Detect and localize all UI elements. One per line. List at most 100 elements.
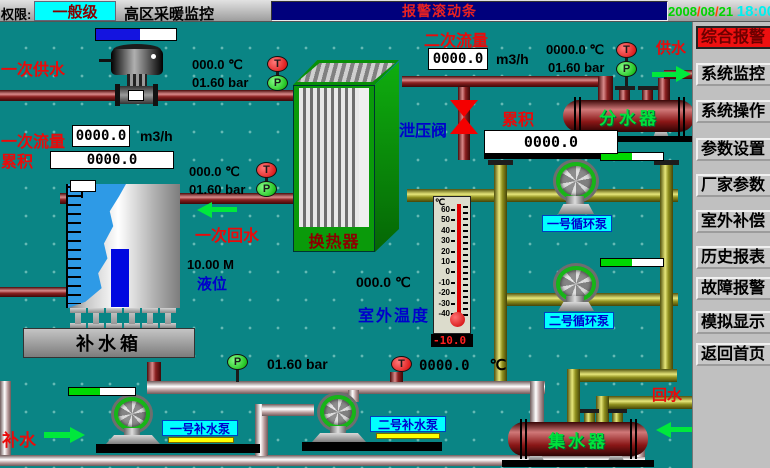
tick: -30	[434, 300, 455, 308]
valve-gland	[128, 90, 144, 101]
primary-flow-unit: m3/h	[140, 128, 173, 144]
vessel-flange	[525, 419, 527, 459]
flow-arrow-right-icon	[676, 66, 691, 82]
riser-mid-branch	[262, 404, 314, 416]
arrow-shaft	[652, 72, 678, 77]
menu-button-param-setting[interactable]: 参数设置	[696, 138, 770, 161]
titlebar: 权限: 一般级 高区采暖监控 报警滚动条 2008/08/21 18:00:0	[0, 0, 770, 22]
sensor-letter: T	[623, 44, 630, 56]
collector-nozzle	[612, 413, 623, 422]
tank-base: 补水箱	[23, 328, 195, 358]
tank-foot	[160, 308, 176, 328]
makeup-temp: 0000.0 ℃	[419, 356, 506, 374]
primary-return-temp: 000.0 ℃	[189, 164, 240, 180]
tank-foot	[142, 308, 158, 328]
menu-button-outdoor-compensation[interactable]: 室外补偿	[696, 210, 770, 233]
arrow-shaft	[670, 427, 692, 432]
pipe-vertical-right	[660, 164, 673, 370]
makeup-pump2-status-bar	[376, 433, 440, 439]
tick: 10	[434, 258, 455, 266]
permission-value: 一般级	[34, 1, 116, 21]
thermometer-reading: -10.0	[431, 334, 473, 347]
level-float-pointer	[81, 192, 83, 198]
pump-pedestal	[558, 204, 594, 214]
menu-panel	[692, 22, 770, 468]
pump-neck	[330, 426, 346, 433]
primary-acc-value: 0000.0	[50, 151, 174, 169]
pump-pedestal	[312, 433, 366, 442]
menu-button-system-operate[interactable]: 系统操作	[696, 100, 770, 123]
pump-plinth	[302, 442, 442, 451]
thermometer-mercury	[457, 204, 461, 320]
collector-vessel: 集水器	[508, 422, 648, 456]
valve-flange	[153, 84, 158, 106]
flow-arrow-left-icon	[197, 202, 212, 218]
sensor-letter: T	[274, 58, 281, 70]
datetime: 2008/08/21 18:00:0	[668, 3, 770, 20]
tank-ruler-ticks	[66, 186, 81, 304]
pipe-left-vertical	[0, 381, 11, 466]
pipe-makeup-main	[147, 381, 545, 394]
tank-level-value: 10.00 M	[187, 257, 234, 272]
secondary-flow-value: 0000.0	[428, 48, 488, 70]
label-text: 一号循环泵	[547, 215, 607, 232]
vessel-stand	[612, 136, 692, 142]
pipe-makeup-drop	[530, 381, 544, 426]
secondary-supply-temp: 0000.0 ℃	[546, 42, 604, 58]
sensor-letter: T	[263, 164, 270, 176]
menu-button-back-home[interactable]: 返回首页	[696, 343, 770, 366]
menu-button-system-monitor[interactable]: 系统监控	[696, 63, 770, 86]
pressure-sensor-icon: P	[227, 354, 248, 370]
relief-valve-label: 泄压阀	[399, 117, 447, 141]
pump-pedestal	[106, 435, 160, 444]
tick: 0	[434, 268, 455, 276]
secondary-supply-press: 01.60 bar	[548, 60, 604, 75]
primary-return-press: 01.60 bar	[189, 182, 245, 197]
menu-button-history-report[interactable]: 历史报表	[696, 246, 770, 269]
tank-foot	[70, 308, 86, 328]
primary-supply-label: 一次供水	[1, 56, 65, 80]
sensor-letter: P	[274, 77, 281, 89]
menu-button-simulation-display[interactable]: 模拟显示	[696, 311, 770, 334]
relief-valve-icon	[450, 117, 478, 134]
pump-plinth	[96, 444, 260, 453]
makeup-label: 补水	[2, 426, 36, 451]
pump-pedestal	[558, 302, 594, 311]
relief-valve-icon	[450, 100, 478, 117]
pressure-sensor-icon: P	[616, 61, 637, 77]
return-word: 回水	[652, 384, 682, 405]
pressure-sensor-icon: P	[256, 181, 277, 197]
pipe-vertical-left	[494, 164, 507, 382]
tick: 30	[434, 237, 455, 245]
primary-return-label: 一次回水	[195, 222, 259, 246]
circ-pump1-label: 一号循环泵	[542, 215, 612, 232]
distributor-vessel: 分水器	[563, 100, 695, 132]
primary-supply-temp: 000.0 ℃	[192, 57, 243, 73]
secondary-acc-label: 累积	[502, 106, 534, 130]
vessel-flange	[630, 419, 632, 459]
thermometer-scale: 60 50 40 30 20 10 0 -10 -20 -30 -40	[434, 206, 455, 318]
collector-label: 集水器	[548, 427, 608, 452]
tank-foot	[88, 308, 104, 328]
tank-foot	[124, 308, 140, 328]
menu-button-factory-params[interactable]: 厂家参数	[696, 174, 770, 197]
secondary-acc-value: 0000.0	[484, 130, 618, 154]
flow-arrow-left-icon	[656, 422, 671, 438]
menu-button-alarm-summary[interactable]: 综合报警	[696, 26, 770, 49]
motor-valve-lever	[99, 59, 113, 62]
pipe-return-drop1	[567, 369, 580, 425]
supply-word: 供水	[656, 37, 686, 58]
tick: -10	[434, 279, 455, 287]
pipe-return-step1	[567, 369, 677, 382]
outdoor-temp-value: 000.0 ℃	[356, 274, 411, 291]
sensor-letter: P	[623, 63, 630, 75]
level-float-gauge	[70, 180, 96, 192]
circ-pump2-label: 二号循环泵	[544, 312, 614, 329]
makeup-press: 01.60 bar	[267, 356, 328, 372]
label-text: 一号补水泵	[170, 420, 230, 437]
menu-button-fault-alarm[interactable]: 故障报警	[696, 277, 770, 300]
date-day: 21	[719, 4, 733, 19]
circ-pump2-bar	[600, 258, 664, 267]
primary-supply-press: 01.60 bar	[192, 75, 248, 90]
secondary-flow-unit: m3/h	[496, 51, 529, 67]
